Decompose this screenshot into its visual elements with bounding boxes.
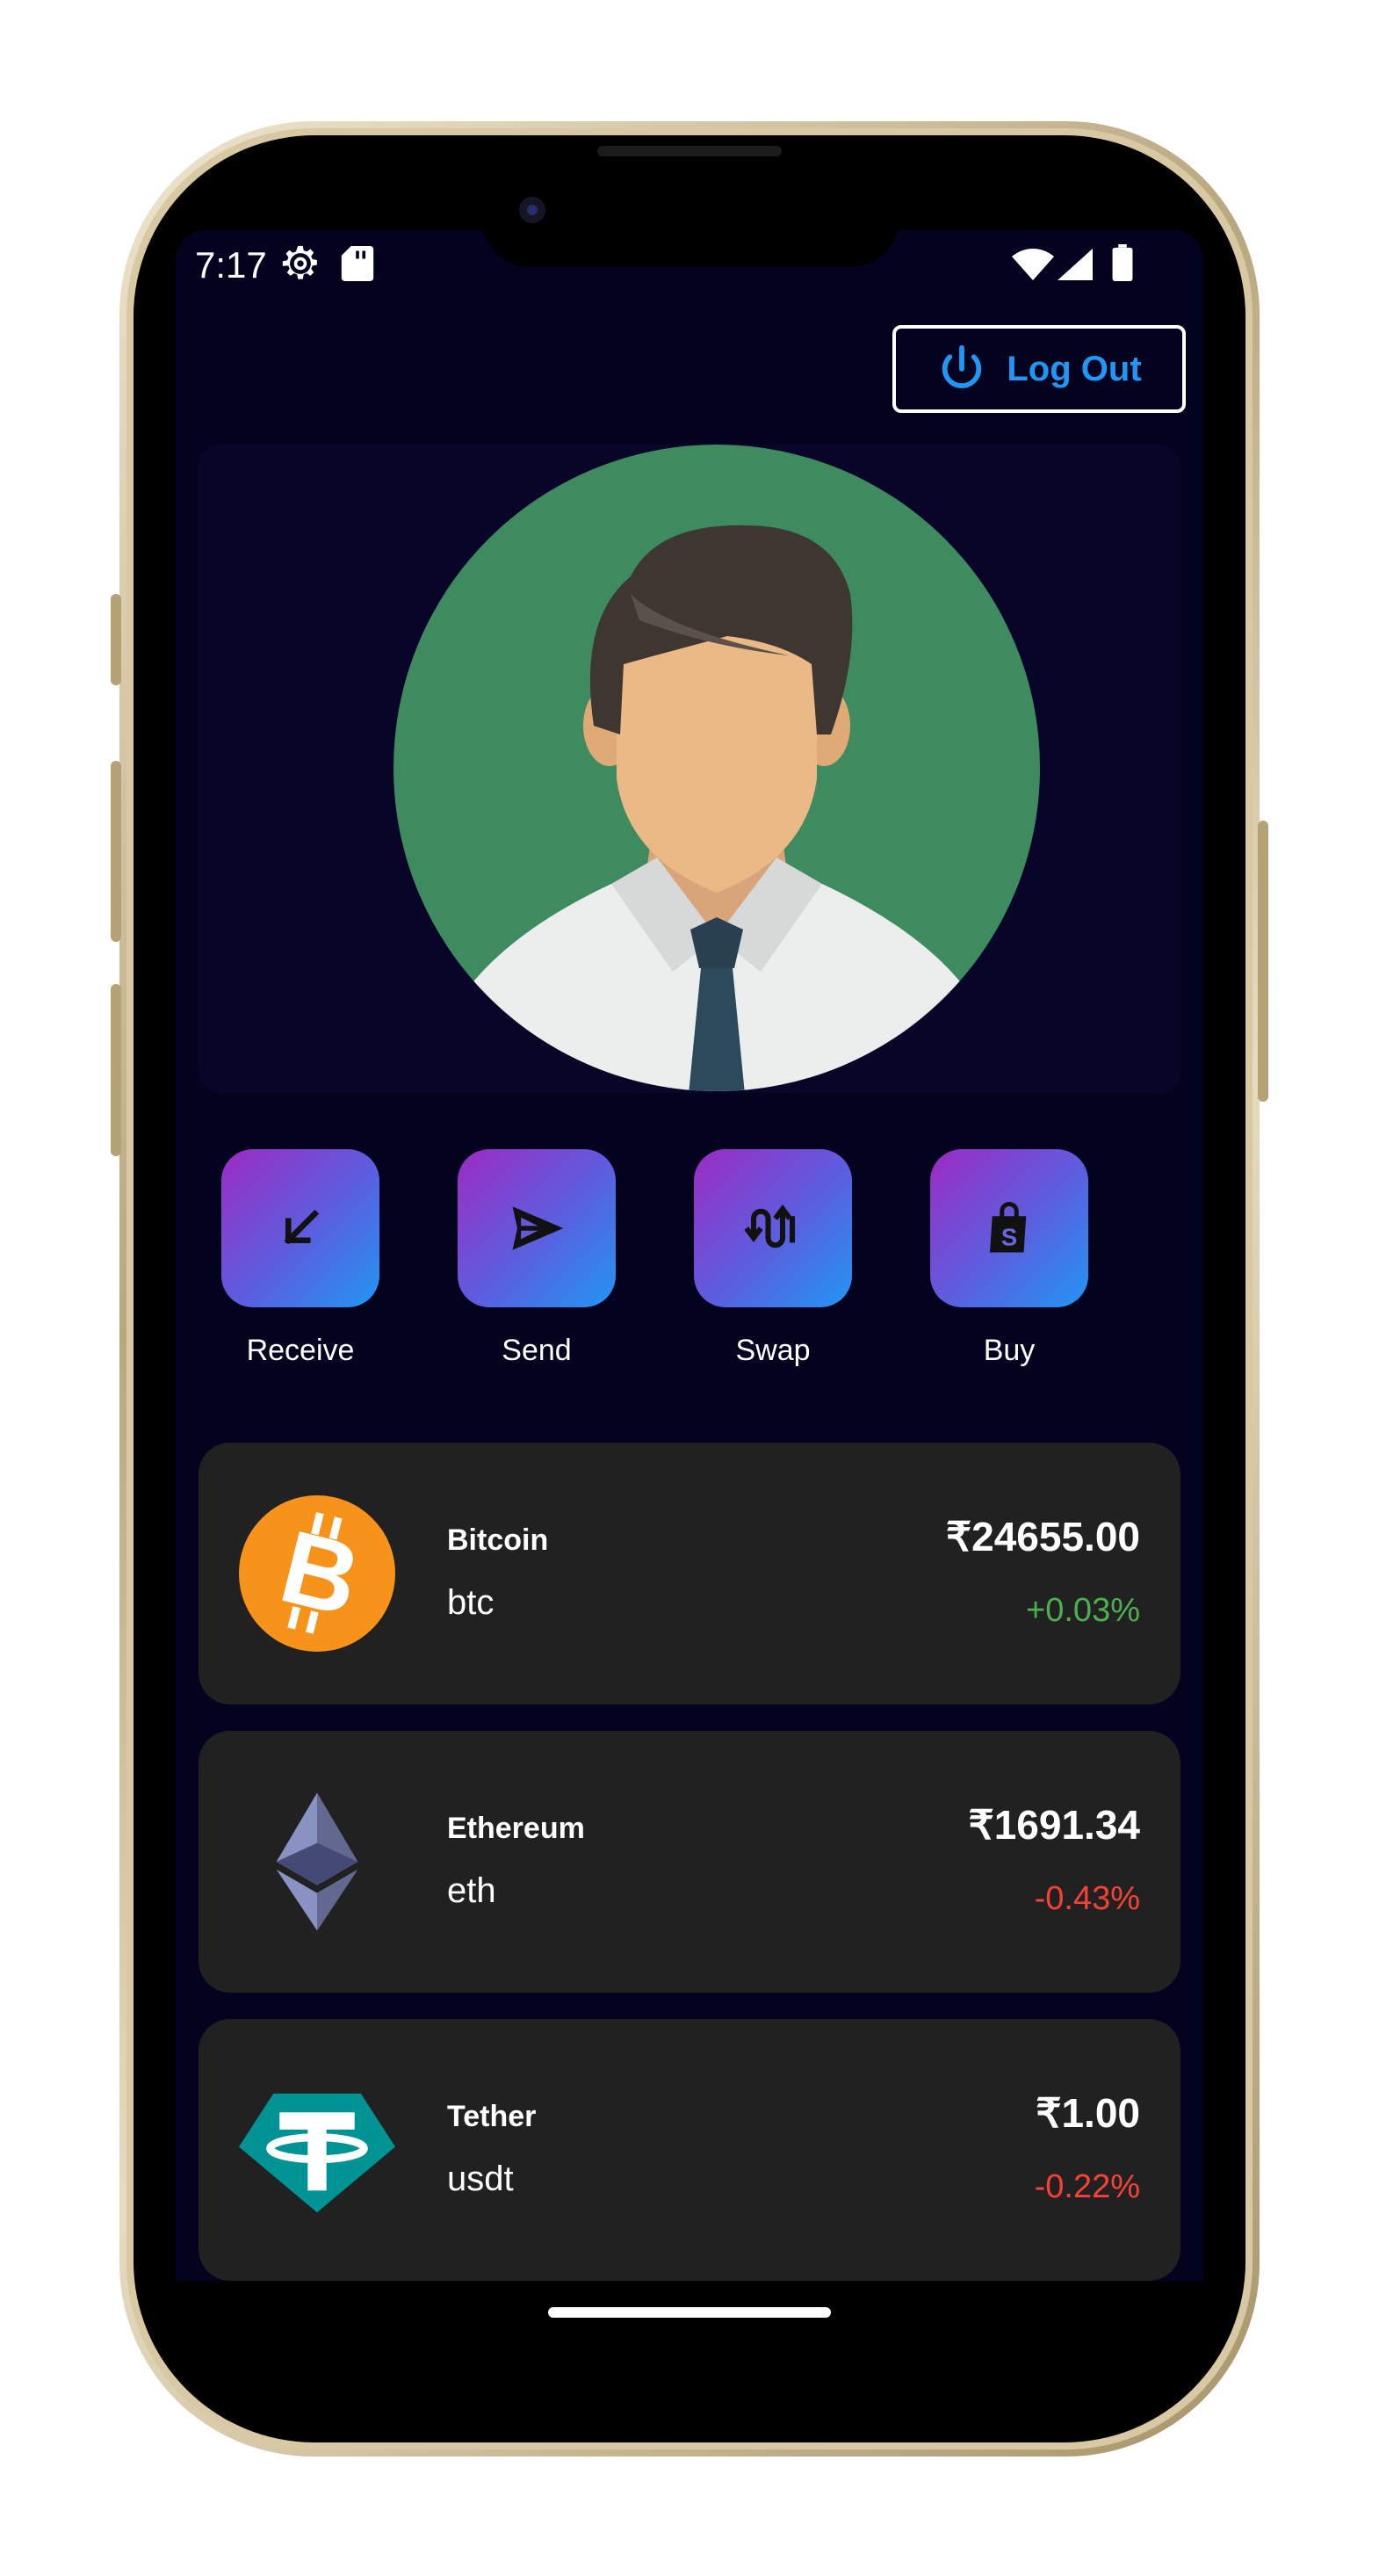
tether-icon [239, 2093, 395, 2213]
cell-signal-icon [1058, 249, 1093, 280]
send-button[interactable] [458, 1149, 616, 1307]
bitcoin-icon: B [239, 1495, 395, 1652]
power-icon [942, 344, 982, 388]
volume-down-button [111, 761, 121, 942]
shopping-bag-icon: S [990, 1202, 1027, 1253]
power-button [1258, 821, 1268, 1102]
swap-button[interactable] [694, 1149, 852, 1307]
wifi-icon [1012, 249, 1054, 280]
buy-button[interactable]: S [930, 1149, 1088, 1307]
coin-card-ethereum[interactable]: Ethereum eth ₹1691.34 -0.43% [199, 1731, 1180, 1993]
coin-symbol: eth [447, 1871, 496, 1910]
quick-actions: Receive Send Swap S Buy [221, 1149, 1158, 1378]
swap-icon [744, 1204, 796, 1248]
status-time: 7:17 [195, 244, 267, 286]
sd-card-icon [341, 246, 374, 281]
dynamic-island [481, 169, 899, 267]
settings-gear-icon [282, 245, 317, 279]
logout-button[interactable]: Log Out [892, 325, 1186, 413]
swap-label: Swap [735, 1334, 811, 1367]
home-indicator[interactable] [548, 2307, 831, 2318]
coin-card-bitcoin[interactable]: B Bitcoin btc ₹24655.00 +0.03% [199, 1443, 1180, 1704]
coin-name: Bitcoin [447, 1523, 549, 1557]
user-avatar [393, 445, 1040, 1091]
send-icon [512, 1206, 564, 1250]
coin-change: -0.43% [1034, 1880, 1140, 1917]
action-button [111, 984, 121, 1156]
coin-price: ₹1691.34 [968, 1802, 1140, 1848]
arrow-down-left-icon [284, 1209, 320, 1245]
volume-up-button [111, 594, 121, 685]
coin-price: ₹24655.00 [945, 1514, 1140, 1559]
coin-name: Ethereum [447, 1812, 585, 1845]
profile-card [199, 445, 1180, 1093]
battery-icon [1112, 244, 1133, 281]
logout-label: Log Out [1007, 349, 1142, 388]
receive-label: Receive [246, 1334, 355, 1367]
coin-change: +0.03% [1026, 1592, 1140, 1629]
ethereum-icon [276, 1792, 358, 1931]
coin-change: -0.22% [1034, 2168, 1140, 2205]
coin-symbol: btc [447, 1583, 495, 1622]
coin-price: ₹1.00 [1036, 2090, 1140, 2136]
send-label: Send [502, 1334, 572, 1367]
buy-action[interactable]: S Buy [930, 1149, 1088, 1368]
coin-symbol: usdt [447, 2160, 514, 2198]
earpiece-speaker [597, 146, 782, 156]
receive-button[interactable] [221, 1149, 379, 1307]
svg-text:S: S [1001, 1223, 1017, 1250]
buy-label: Buy [983, 1334, 1036, 1367]
coin-name: Tether [447, 2100, 537, 2133]
send-action[interactable]: Send [458, 1149, 616, 1368]
front-camera [519, 197, 545, 223]
coin-card-tether[interactable]: Tether usdt ₹1.00 -0.22% [199, 2019, 1180, 2281]
swap-action[interactable]: Swap [694, 1149, 852, 1368]
receive-action[interactable]: Receive [221, 1149, 379, 1368]
app-screen: 7:17 Log Out Receive Send Swap S Buy B B… [176, 230, 1203, 2281]
